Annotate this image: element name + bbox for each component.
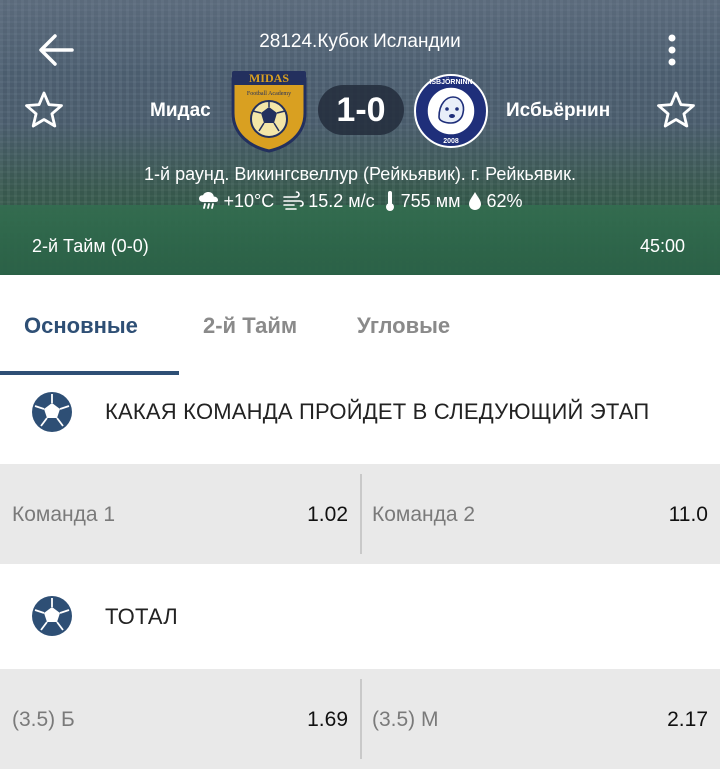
- thermometer-icon: [385, 191, 394, 211]
- pressure-value: 755 мм: [400, 190, 461, 211]
- round-info: 1-й раунд. Викингсвеллур (Рейкьявик). г.…: [144, 164, 576, 184]
- drop-icon: [469, 192, 482, 210]
- outcome-odds[interactable]: 1.02: [258, 503, 348, 527]
- soccer-ball-icon: [32, 596, 72, 636]
- outcome-odds[interactable]: 1.69: [258, 708, 348, 732]
- match-period: 2-й Тайм (0-0): [32, 236, 149, 256]
- team2-name: Исбьёрнин: [506, 100, 611, 121]
- outcome-odds[interactable]: 2.17: [618, 708, 708, 732]
- humidity-value: 62%: [486, 190, 523, 211]
- market-title: КАКАЯ КОМАНДА ПРОЙДЕТ В СЛЕДУЮЩИЙ ЭТАП: [105, 399, 650, 424]
- outcome-label[interactable]: Команда 1: [12, 503, 115, 527]
- svg-text:Football Academy: Football Academy: [247, 91, 291, 97]
- tab-main[interactable]: Основные: [24, 313, 138, 339]
- weather-bar: +10°C 15.2 м/с 755 мм 62%: [0, 190, 720, 212]
- svg-text:ISBJÖRNINN: ISBJÖRNINN: [429, 77, 472, 86]
- market-title: ТОТАЛ: [105, 604, 178, 629]
- market-tabs: Основные 2-й Тайм Угловые: [0, 275, 720, 375]
- odds-divider: [360, 474, 362, 554]
- tab-corners[interactable]: Угловые: [357, 313, 450, 339]
- wind-item: 15.2 м/с: [282, 190, 375, 212]
- outcome-label[interactable]: Команда 2: [372, 503, 475, 527]
- market-header[interactable]: КАКАЯ КОМАНДА ПРОЙДЕТ В СЛЕДУЮЩИЙ ЭТАП: [0, 375, 720, 464]
- wind-icon: [283, 191, 305, 210]
- odds-row: Команда 1 1.02 Команда 2 11.0: [0, 464, 720, 564]
- team1-logo: MIDAS Football Academy: [231, 71, 307, 153]
- outcome-odds[interactable]: 11.0: [618, 503, 708, 527]
- tab-second-half[interactable]: 2-й Тайм: [203, 313, 297, 339]
- star-outline-icon[interactable]: [656, 90, 696, 130]
- humidity-item: 62%: [468, 191, 522, 212]
- wind-value: 15.2 м/с: [308, 190, 375, 211]
- match-clock: 45:00: [640, 236, 686, 256]
- team1-name: Мидас: [150, 100, 211, 121]
- more-vert-icon[interactable]: [660, 32, 684, 68]
- temperature-value: +10°C: [223, 190, 275, 211]
- outcome-label[interactable]: (3.5) Б: [12, 708, 75, 732]
- temperature-item: +10°C: [198, 190, 275, 212]
- tournament-title: 28124.Кубок Исландии: [259, 31, 461, 52]
- svg-text:MIDAS: MIDAS: [249, 71, 289, 85]
- svg-text:2008: 2008: [443, 138, 459, 145]
- match-score: 1-0: [318, 85, 404, 135]
- odds-row: (3.5) Б 1.69 (3.5) М 2.17: [0, 669, 720, 769]
- outcome-label[interactable]: (3.5) М: [372, 708, 439, 732]
- match-header: 28124.Кубок Исландии Мидас MIDAS Footbal…: [0, 0, 720, 275]
- cloud-rain-icon: [198, 192, 218, 209]
- star-outline-icon[interactable]: [24, 90, 64, 130]
- team2-logo: ISBJÖRNINN 2008: [414, 74, 488, 148]
- market-header[interactable]: ТОТАЛ: [0, 564, 720, 669]
- soccer-ball-icon: [32, 392, 72, 432]
- pressure-item: 755 мм: [383, 190, 461, 212]
- odds-divider: [360, 679, 362, 759]
